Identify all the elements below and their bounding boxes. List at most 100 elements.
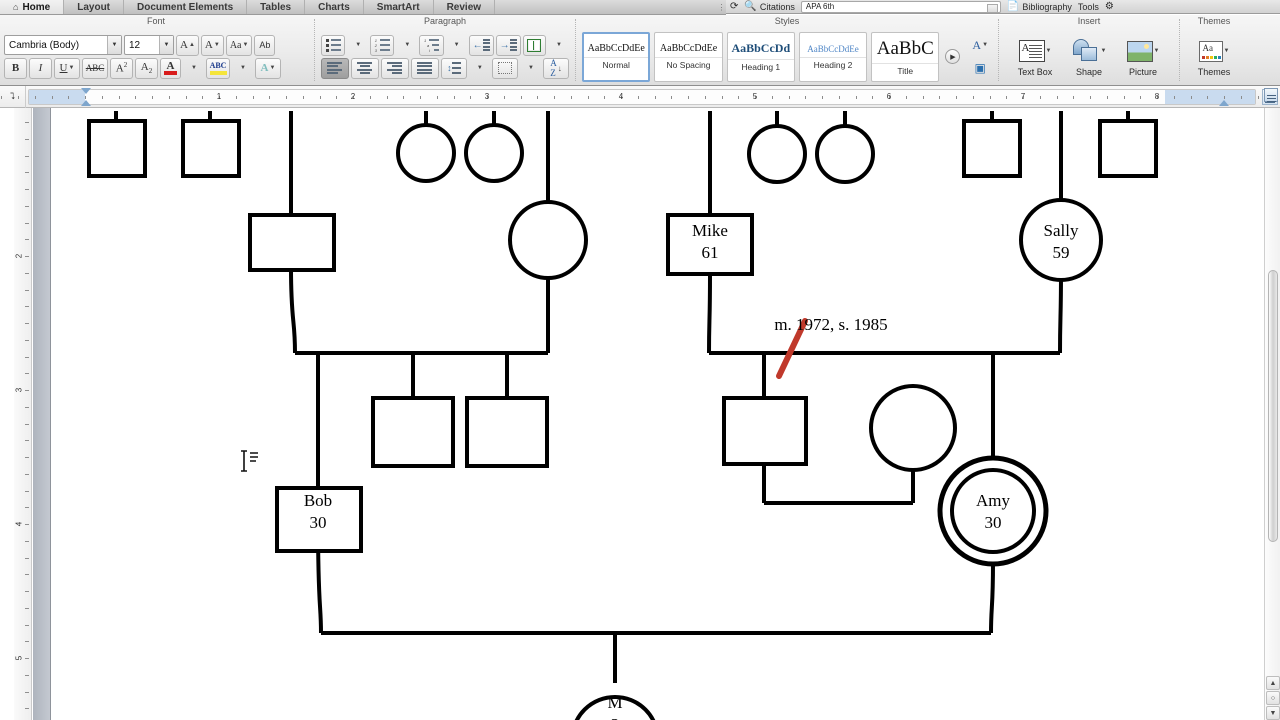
ruler-tick [118, 95, 120, 99]
clear-formatting-button[interactable]: Ab [254, 34, 276, 56]
align-center-icon [357, 62, 373, 74]
borders-button[interactable] [491, 57, 518, 79]
citation-style-combo[interactable]: APA 6th [800, 0, 1001, 13]
style-item-title[interactable]: AaBbC Title [871, 31, 940, 82]
blank-square[interactable] [465, 396, 549, 468]
right-indent-marker[interactable] [1219, 99, 1229, 106]
align-left-button[interactable] [321, 57, 349, 79]
bold-button[interactable]: B [4, 57, 27, 79]
themes-button[interactable]: Aa ▼ Themes [1190, 36, 1238, 77]
quick-styles-button[interactable]: ▣ [968, 58, 992, 78]
blank-circle[interactable] [747, 124, 807, 184]
bibliography-button[interactable]: 📄 Bibliography [1007, 1, 1072, 12]
insert-shape-button[interactable]: ▼ Shape [1065, 36, 1113, 77]
borders-dropdown[interactable]: ▼ [520, 58, 541, 79]
tab-charts[interactable]: Charts [305, 0, 364, 14]
ruler-tick [202, 95, 204, 99]
tab-document-elements[interactable]: Document Elements [124, 0, 248, 14]
bulleted-list-dropdown[interactable]: ▼ [347, 35, 368, 56]
vertical-ruler[interactable]: 2 3 4 5 [14, 108, 32, 720]
vertical-scrollbar[interactable]: ▲ ○ ▼ [1264, 108, 1280, 720]
columns-dropdown[interactable]: ▼ [548, 35, 569, 56]
browse-object-button[interactable]: ○ [1266, 691, 1280, 705]
chevron-down-icon[interactable]: ▼ [107, 36, 121, 54]
tab-layout[interactable]: Layout [64, 0, 125, 14]
blank-circle[interactable] [869, 384, 957, 472]
grow-font-button[interactable]: A ▲ [176, 34, 199, 56]
font-name-combo[interactable]: Cambria (Body) ▼ [4, 35, 122, 55]
blank-square[interactable] [371, 396, 455, 468]
toolbar-settings-button[interactable]: ⚙ [1105, 1, 1114, 12]
scroll-up-button[interactable]: ▲ [1266, 676, 1280, 690]
document-page[interactable]: Mike 61 Sally 59 Bob 30 Amy 30 M 3 m. 19… [51, 108, 1256, 720]
ribbon-grip-icon[interactable]: ⋮ [716, 0, 726, 14]
font-size-combo[interactable]: 12 ▼ [124, 35, 174, 55]
blank-square[interactable] [962, 119, 1022, 178]
underline-icon: U [59, 62, 68, 74]
blank-circle[interactable] [396, 123, 456, 183]
align-center-button[interactable] [350, 57, 379, 79]
chevron-down-icon[interactable]: ▼ [159, 36, 173, 54]
tab-smartart[interactable]: SmartArt [363, 0, 434, 14]
bulleted-list-button[interactable] [321, 34, 346, 56]
browse-object-icon[interactable] [1264, 88, 1278, 102]
scroll-down-button[interactable]: ▼ [1266, 706, 1280, 720]
font-color-button[interactable]: A [160, 57, 181, 79]
align-right-button[interactable] [380, 57, 409, 79]
style-item-heading-2[interactable]: AaBbCcDdEe Heading 2 [798, 31, 868, 82]
scrollbar-thumb[interactable] [1268, 270, 1278, 542]
underline-button[interactable]: U ▼ [54, 57, 80, 79]
left-indent-marker[interactable] [81, 99, 91, 106]
line-spacing-dropdown[interactable]: ▼ [469, 58, 490, 79]
numbered-list-dropdown[interactable]: ▼ [396, 35, 417, 56]
blank-circle[interactable] [815, 124, 875, 184]
numbered-list-button[interactable]: 1 2 3 [370, 34, 395, 56]
tab-tables[interactable]: Tables [247, 0, 306, 14]
genogram-person-amy[interactable] [937, 455, 1049, 567]
blank-square[interactable] [722, 396, 808, 466]
highlight-button[interactable]: ABC [206, 57, 230, 79]
genogram-canvas[interactable]: Mike 61 Sally 59 Bob 30 Amy 30 M 3 m. 19… [51, 108, 1256, 720]
first-line-indent-marker[interactable] [81, 87, 91, 94]
style-item-normal[interactable]: AaBbCcDdEe Normal [582, 31, 651, 82]
highlight-dropdown[interactable]: ▼ [232, 58, 253, 79]
tab-review[interactable]: Review [433, 0, 496, 14]
tab-home[interactable]: ⌂ Home [0, 0, 65, 14]
genogram-person-sally[interactable] [1019, 198, 1103, 282]
citations-button[interactable]: 🔍 Citations [744, 1, 794, 12]
line-spacing-button[interactable]: ↕ [440, 57, 467, 79]
text-effects-button[interactable]: A ▼ [255, 57, 281, 79]
multilevel-list-button[interactable]: 1 a i [419, 34, 444, 56]
subscript-button[interactable]: A2 [135, 57, 158, 79]
blank-square[interactable] [87, 119, 147, 178]
style-item-no-spacing[interactable]: AaBbCcDdEe No Spacing [654, 31, 723, 82]
ruler-track[interactable]: 1 2 3 4 5 6 7 8 [1, 87, 1276, 106]
tools-button[interactable]: Tools [1078, 2, 1099, 12]
horizontal-ruler[interactable]: ⮧ 1 2 3 4 5 6 7 8 [0, 85, 1280, 108]
blank-circle[interactable] [464, 123, 524, 183]
insert-picture-button[interactable]: ▼ Picture [1119, 36, 1167, 77]
styles-pane-button[interactable]: A ▼ [968, 35, 992, 55]
refresh-button[interactable]: ⟳ [730, 1, 738, 12]
justify-button[interactable] [410, 57, 439, 79]
italic-button[interactable]: I [29, 57, 52, 79]
sort-button[interactable]: AZ ↓ [542, 57, 569, 79]
styles-gallery-more-button[interactable]: ▶ [945, 49, 961, 64]
multilevel-list-dropdown[interactable]: ▼ [446, 35, 467, 56]
ruler-tick [25, 356, 29, 358]
insert-text-box-button[interactable]: ▼ Text Box [1011, 36, 1059, 77]
columns-button[interactable] [522, 34, 546, 56]
increase-indent-button[interactable]: → [495, 34, 521, 56]
tab-stop-selector[interactable]: ⮧ [0, 85, 26, 108]
blank-circle[interactable] [508, 200, 588, 280]
style-item-heading-1[interactable]: AaBbCcDd Heading 1 [726, 31, 795, 82]
shrink-font-button[interactable]: A ▼ [200, 34, 224, 56]
change-case-button[interactable]: Aa ▼ [225, 34, 253, 56]
blank-square[interactable] [248, 213, 336, 272]
strikethrough-button[interactable]: ABC [82, 57, 108, 79]
blank-square[interactable] [181, 119, 241, 178]
decrease-indent-button[interactable]: ← [468, 34, 494, 56]
superscript-button[interactable]: A2 [110, 57, 133, 79]
font-color-dropdown[interactable]: ▼ [183, 58, 204, 79]
blank-square[interactable] [1098, 119, 1158, 178]
